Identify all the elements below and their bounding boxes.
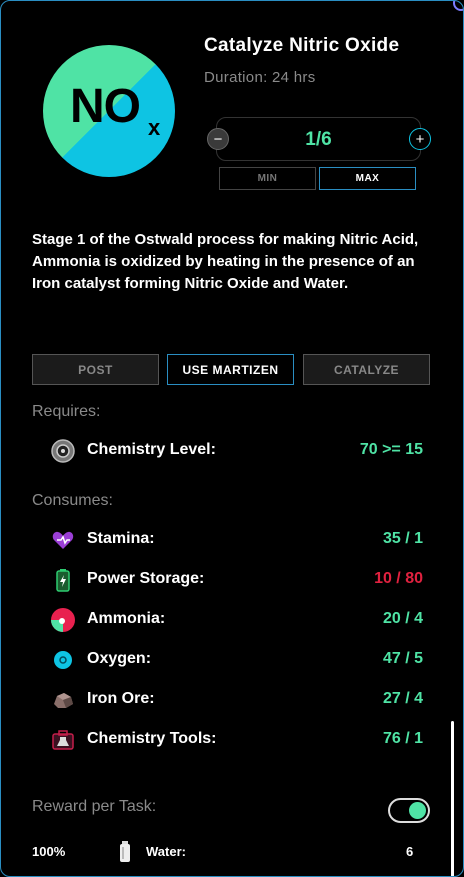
consume-value: 20 / 4 [382,610,423,627]
nox-logo: NO x [43,45,175,177]
consume-row-power-storage: Power Storage: 10 / 80 [51,568,423,592]
requirement-label: Chemistry Level: [87,441,216,458]
min-button[interactable]: MIN [219,167,316,190]
reward-toggle[interactable] [388,798,430,823]
consume-label: Iron Ore: [87,690,155,707]
close-icon[interactable] [453,1,463,11]
reward-item-name: Water: [146,844,186,859]
consume-value: 27 / 4 [382,690,423,707]
increment-button[interactable]: + [409,128,431,150]
consume-row-oxygen: Oxygen: 47 / 5 [51,648,423,672]
logo-text: NO [70,80,141,133]
consume-value: 76 / 1 [382,730,423,747]
max-button[interactable]: MAX [319,167,416,190]
consume-row-chemistry-tools: Chemistry Tools: 76 / 1 [51,728,423,752]
consume-label: Chemistry Tools: [87,730,217,747]
consume-label: Power Storage: [87,570,205,587]
quantity-stepper: − 1/6 + [207,117,431,161]
reward-percent: 100% [32,844,66,859]
oxygen-icon [51,648,75,672]
catalyze-button[interactable]: CATALYZE [303,354,430,385]
stepper-value: 1/6 [305,129,332,150]
consumes-label: Consumes: [32,492,113,509]
ammonia-icon [51,608,75,632]
consume-label: Ammonia: [87,610,166,627]
consume-row-iron-ore: Iron Ore: 27 / 4 [51,688,423,712]
post-button[interactable]: POST [32,354,159,385]
iron-ore-icon [51,688,75,712]
consume-label: Oxygen: [87,650,152,667]
reward-label: Reward per Task: [32,798,157,815]
task-duration: Duration: 24 hrs [204,69,316,86]
consume-row-stamina: Stamina: 35 / 1 [51,528,423,552]
consume-value: 35 / 1 [382,530,423,547]
toggle-knob [409,802,426,819]
task-panel: NO x Catalyze Nitric Oxide Duration: 24 … [0,0,464,877]
power-storage-icon [51,568,75,592]
requirement-row: Chemistry Level: 70 >= 15 [51,439,423,463]
chemistry-tools-icon [51,728,75,752]
use-martizen-button[interactable]: USE MARTIZEN [167,354,294,385]
consume-label: Stamina: [87,530,155,547]
requires-label: Requires: [32,403,101,420]
consume-value: 10 / 80 [374,570,423,587]
task-description: Stage 1 of the Ostwald process for makin… [32,231,419,292]
logo-subscript: x [148,115,161,140]
consume-row-ammonia: Ammonia: 20 / 4 [51,608,423,632]
scrollbar[interactable] [451,721,454,876]
requirement-value: 70 >= 15 [359,441,423,458]
chemistry-level-icon [51,439,75,463]
task-title: Catalyze Nitric Oxide [204,35,400,56]
stamina-icon [51,528,75,552]
water-icon [118,841,132,863]
reward-quantity: 6 [406,844,414,859]
consume-value: 47 / 5 [382,650,423,667]
